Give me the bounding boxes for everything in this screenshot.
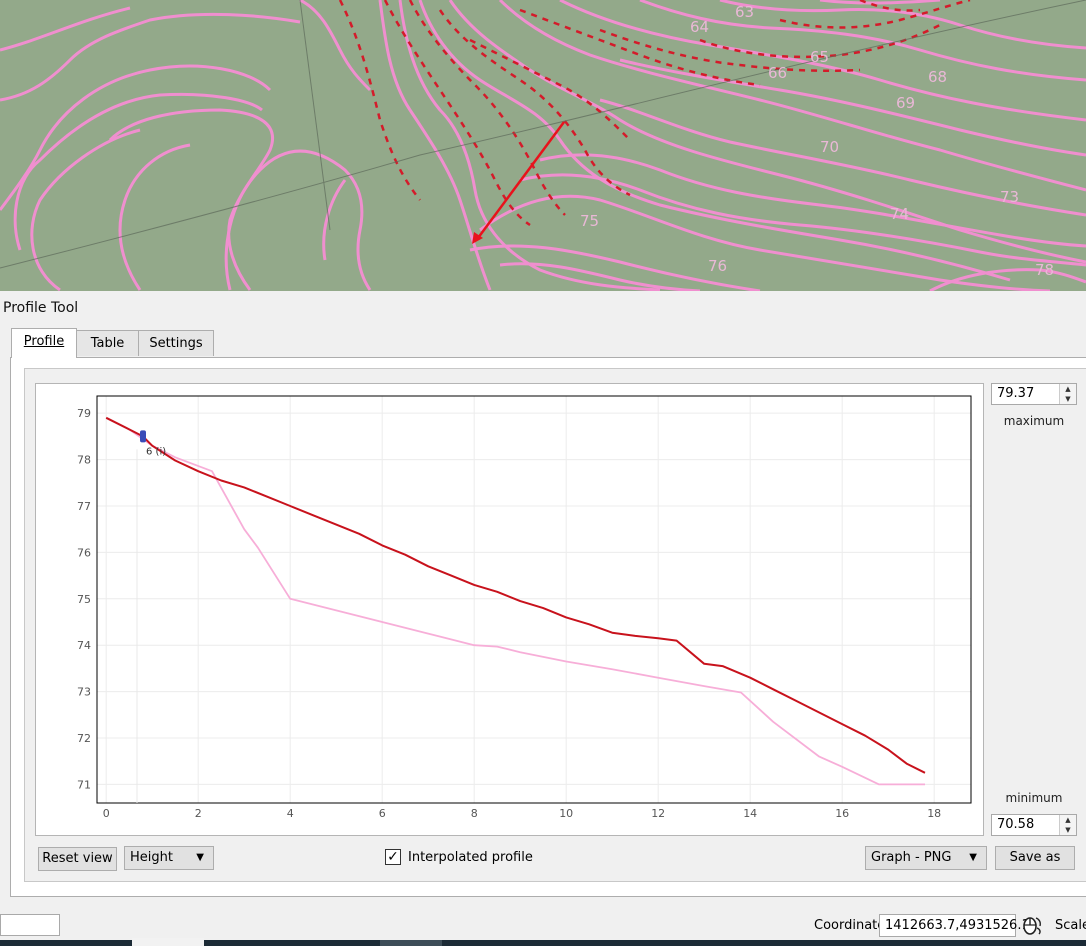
y-tick-label: 74 [77,639,91,652]
spin-arrows[interactable]: ▲ ▼ [1059,815,1076,835]
height-combo-value: Height [130,850,173,865]
spin-up-icon[interactable]: ▲ [1060,384,1076,394]
svg-text:70: 70 [820,138,839,156]
maximum-value: 79.37 [997,386,1035,401]
export-format-value: Graph - PNG [871,850,952,865]
minimum-value: 70.58 [997,817,1035,832]
y-tick-label: 76 [77,546,91,559]
x-tick-label: 4 [287,807,294,820]
tab-label: Table [90,336,125,351]
x-tick-label: 12 [651,807,665,820]
y-tick-label: 75 [77,593,91,606]
x-tick-label: 18 [927,807,941,820]
maximum-label: maximum [1003,414,1065,428]
taskbar-item[interactable] [132,938,204,946]
interpolated-checkbox[interactable]: ✓ [385,849,401,865]
y-tick-label: 77 [77,500,91,513]
coordinate-label: Coordinate [814,918,886,933]
y-tick-label: 78 [77,454,91,467]
plot-area [97,396,971,803]
coordinate-input[interactable]: 1412663.7,4931526.1 [879,914,1030,937]
spin-down-icon[interactable]: ▼ [1060,825,1076,835]
interpolated-label: Interpolated profile [408,850,533,865]
svg-text:65: 65 [810,48,829,66]
spin-arrows[interactable]: ▲ ▼ [1059,384,1076,404]
minimum-label: minimum [1005,791,1063,805]
map-canvas[interactable]: 63 64 65 66 68 69 70 73 74 75 76 78 [0,0,1086,291]
status-input[interactable] [0,914,60,936]
svg-text:66: 66 [768,64,787,82]
x-tick-label: 2 [195,807,202,820]
y-tick-label: 79 [77,407,91,420]
profile-marker[interactable] [140,430,146,443]
mouse-toggle-icon[interactable] [1021,914,1043,936]
export-format-combo[interactable]: Graph - PNG ▼ [865,846,987,870]
svg-text:75: 75 [580,212,599,230]
y-tick-label: 72 [77,732,91,745]
x-tick-label: 16 [835,807,849,820]
tab-table[interactable]: Table [76,330,139,356]
dock-title: Profile Tool [3,300,79,316]
x-tick-label: 6 [379,807,386,820]
svg-text:76: 76 [708,257,727,275]
chevron-down-icon: ▼ [969,852,977,863]
tab-settings[interactable]: Settings [138,330,214,356]
map-splitter[interactable] [0,291,1086,295]
spin-down-icon[interactable]: ▼ [1060,394,1076,404]
svg-text:69: 69 [896,94,915,112]
svg-text:73: 73 [1000,188,1019,206]
svg-text:63: 63 [735,3,754,21]
minimum-spinbox[interactable]: 70.58 ▲ ▼ [991,814,1077,836]
tab-profile[interactable]: Profile [11,328,77,358]
maximum-spinbox[interactable]: 79.37 ▲ ▼ [991,383,1077,405]
tab-label: Profile [23,334,65,349]
x-tick-label: 14 [743,807,757,820]
x-tick-label: 8 [471,807,478,820]
y-tick-label: 73 [77,686,91,699]
tab-label: Settings [149,336,203,351]
height-combo[interactable]: Height ▼ [124,846,214,870]
x-tick-label: 10 [559,807,573,820]
svg-text:64: 64 [690,18,709,36]
svg-text:74: 74 [890,205,909,223]
taskbar-item[interactable] [380,940,442,946]
spin-up-icon[interactable]: ▲ [1060,815,1076,825]
save-as-button[interactable]: Save as [995,846,1075,870]
chevron-down-icon: ▼ [196,852,204,863]
y-tick-label: 71 [77,778,91,791]
profile-chart[interactable]: 0 2 4 6 8 10 12 14 16 18 71 72 73 74 75 76 77 78 79 6 (i) [36,384,983,835]
svg-text:68: 68 [928,68,947,86]
x-tick-label: 0 [103,807,110,820]
marker-label: 6 (i) [146,446,166,457]
scale-label: Scale [1055,918,1086,933]
reset-view-button[interactable]: Reset view [38,847,117,871]
svg-text:78: 78 [1035,261,1054,279]
